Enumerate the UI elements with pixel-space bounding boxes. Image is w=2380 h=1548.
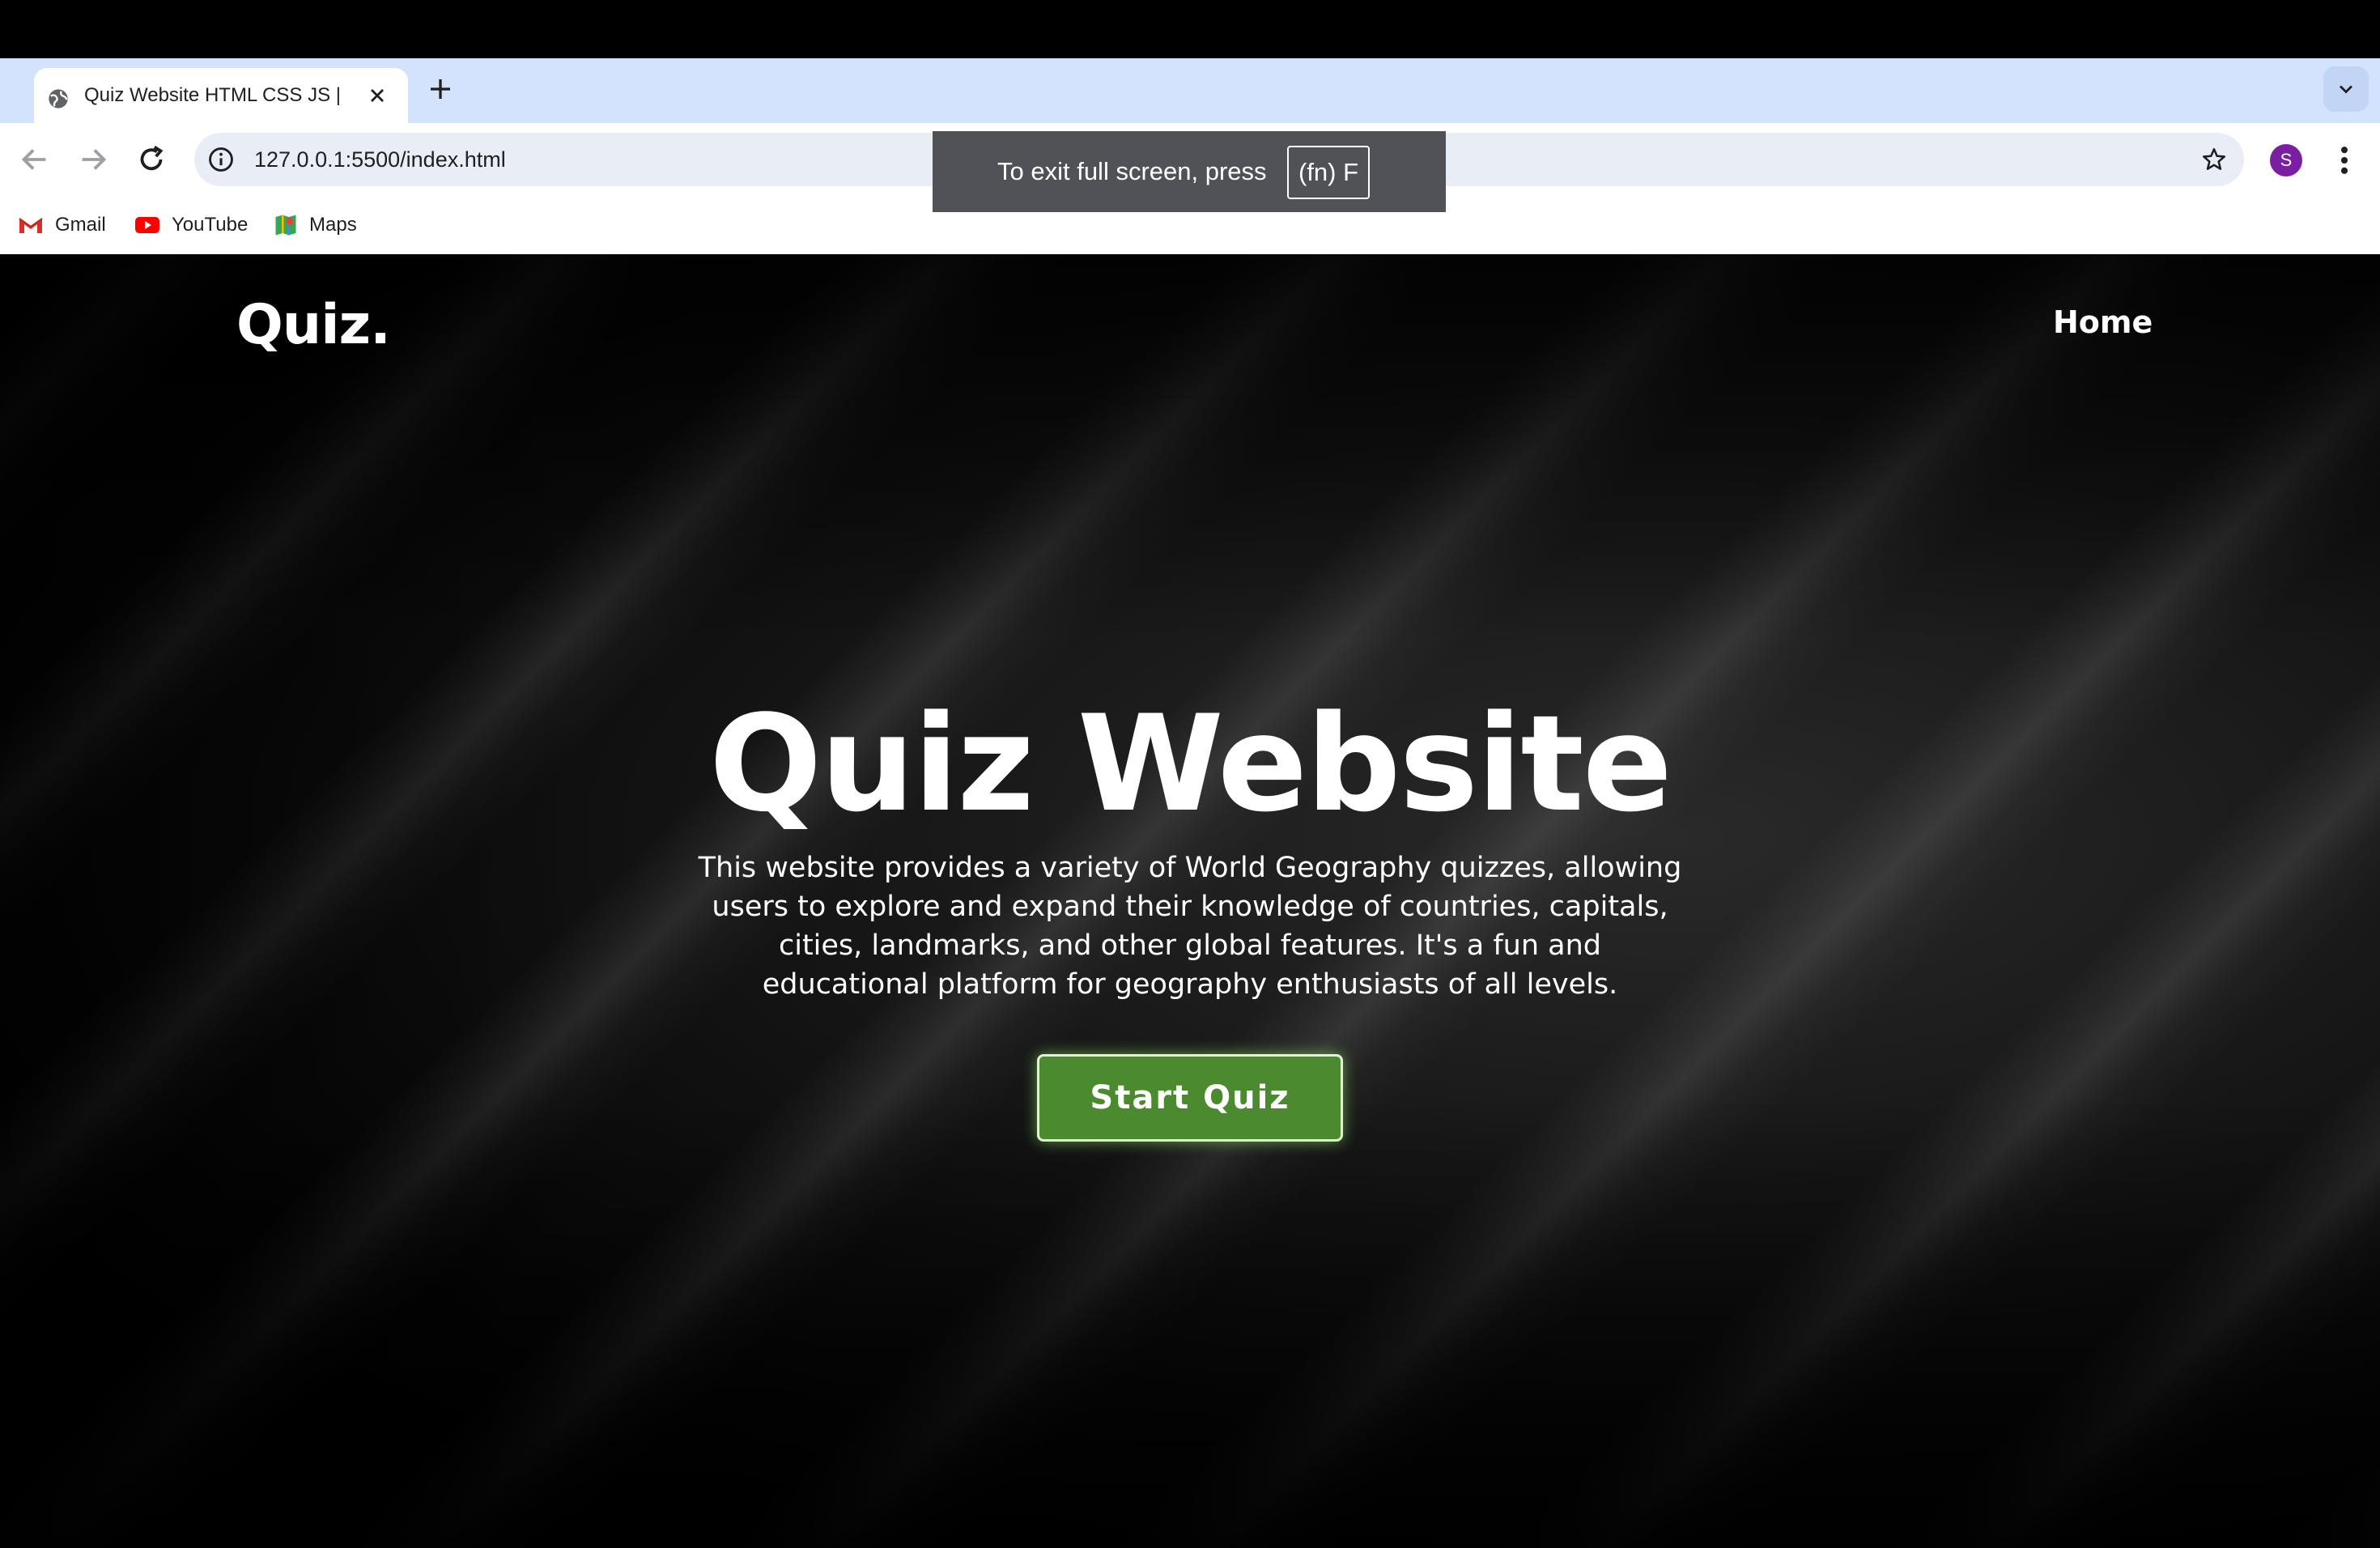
tab-strip: Quiz Website HTML CSS JS | xyxy=(0,58,2380,123)
url-text: 127.0.0.1:5500/index.html xyxy=(254,147,506,172)
close-icon[interactable] xyxy=(366,84,389,107)
nav-home-link[interactable]: Home xyxy=(2053,304,2153,340)
site-info-icon[interactable] xyxy=(206,144,236,175)
bookmark-star-icon[interactable] xyxy=(2200,146,2228,173)
back-icon[interactable] xyxy=(16,141,53,178)
bookmark-youtube[interactable]: YouTube xyxy=(134,196,248,254)
reload-icon[interactable] xyxy=(133,141,170,178)
more-menu-icon[interactable] xyxy=(2331,142,2357,178)
quiz-landing-page: Quiz. Home Quiz Website This website pro… xyxy=(0,254,2380,1548)
profile-avatar[interactable]: S xyxy=(2270,144,2302,176)
gmail-icon xyxy=(19,218,43,233)
forward-icon[interactable] xyxy=(74,141,112,178)
hero-title: Quiz Website xyxy=(708,687,1672,841)
tab-title: Quiz Website HTML CSS JS | xyxy=(84,84,341,106)
bookmark-gmail[interactable]: Gmail xyxy=(18,196,106,254)
fullscreen-notice-text: To exit full screen, press xyxy=(997,157,1267,185)
new-tab-icon[interactable] xyxy=(426,74,455,104)
start-quiz-button[interactable]: Start Quiz xyxy=(1037,1054,1343,1142)
chevron-down-icon xyxy=(2340,85,2352,94)
tab-search-button[interactable] xyxy=(2323,66,2369,112)
globe-icon xyxy=(49,89,68,108)
site-logo[interactable]: Quiz. xyxy=(236,293,391,357)
youtube-icon xyxy=(135,217,159,233)
fullscreen-notice: To exit full screen, press (fn) F xyxy=(933,131,1446,212)
fullscreen-key-hint: (fn) F xyxy=(1287,146,1371,199)
screen-top-bar xyxy=(0,0,2380,58)
bookmark-label: YouTube xyxy=(172,214,249,236)
hero-description: This website provides a variety of World… xyxy=(698,852,1682,1001)
browser-tab[interactable]: Quiz Website HTML CSS JS | xyxy=(34,68,408,123)
maps-icon xyxy=(275,215,296,236)
bookmark-label: Gmail xyxy=(55,214,106,236)
bookmark-label: Maps xyxy=(309,214,357,236)
bookmark-maps[interactable]: Maps xyxy=(274,196,357,254)
